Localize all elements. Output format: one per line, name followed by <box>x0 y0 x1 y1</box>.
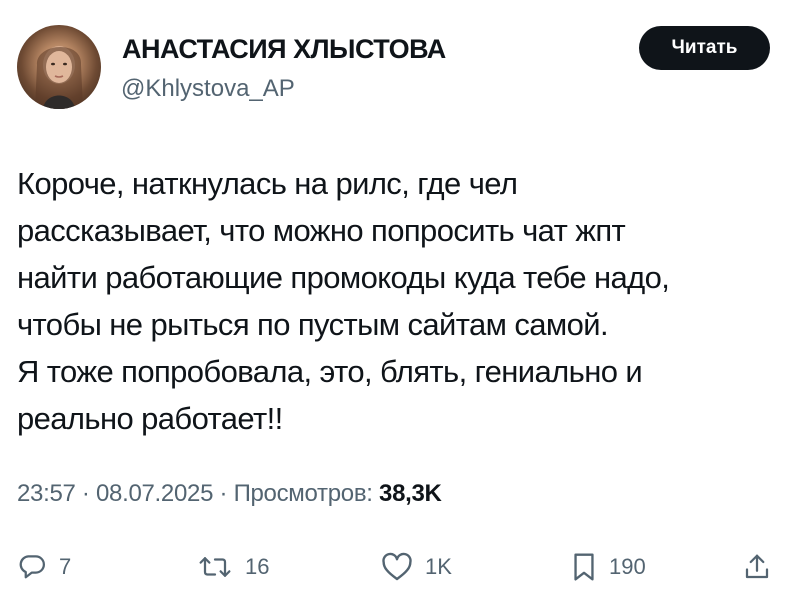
views-count: 38,3K <box>379 480 442 507</box>
like-count: 1K <box>425 554 452 579</box>
reply-icon <box>17 552 47 582</box>
action-bar: 7 16 1K 190 <box>0 545 801 595</box>
tweet-line: чтобы не рыться по пустым сайтам самой. <box>17 307 609 342</box>
reply-button[interactable]: 7 <box>17 545 71 589</box>
bookmark-count: 190 <box>609 554 646 579</box>
follow-button[interactable]: Читать <box>639 26 770 70</box>
retweet-icon <box>197 552 233 582</box>
tweet-line: реально работает!! <box>17 401 283 436</box>
reply-count: 7 <box>59 554 72 579</box>
meta-separator: · <box>213 480 234 507</box>
bookmark-icon <box>571 551 597 583</box>
tweet-line: Я тоже попробовала, это, блять, гениальн… <box>17 354 643 389</box>
tweet-meta: 23:57 · 08.07.2025 · Просмотров: 38,3K <box>17 480 442 508</box>
tweet-line: Короче, наткнулась на рилс, где чел <box>17 166 518 201</box>
author-display-name[interactable]: АНАСТАСИЯ ХЛЫСТОВА <box>122 34 446 65</box>
share-button[interactable] <box>742 545 772 589</box>
meta-separator: · <box>75 480 96 507</box>
tweet-date[interactable]: 08.07.2025 <box>96 480 213 507</box>
author-handle[interactable]: @Khlystova_AP <box>121 75 295 103</box>
retweet-button[interactable]: 16 <box>197 545 269 589</box>
retweet-count: 16 <box>245 554 270 579</box>
share-icon <box>742 552 772 582</box>
tweet-time[interactable]: 23:57 <box>17 480 76 507</box>
tweet-line: рассказывает, что можно попросить чат жп… <box>17 213 626 248</box>
heart-icon <box>381 552 413 582</box>
avatar[interactable] <box>17 25 101 109</box>
bookmark-button[interactable]: 190 <box>571 545 646 589</box>
tweet-text: Короче, наткнулась на рилс, где чел расс… <box>17 160 787 442</box>
tweet-line: найти работающие промокоды куда тебе над… <box>17 260 670 295</box>
views-label: Просмотров: <box>233 480 373 507</box>
like-button[interactable]: 1K <box>381 545 452 589</box>
